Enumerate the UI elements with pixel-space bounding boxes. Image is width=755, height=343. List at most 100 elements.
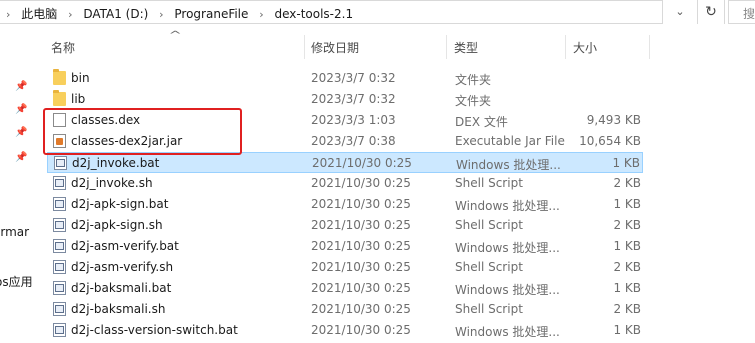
column-date-header[interactable]: 修改日期 xyxy=(311,39,359,56)
file-type: 文件夹 xyxy=(455,73,492,87)
column-name-header[interactable]: 名称 xyxy=(51,39,75,56)
file-size: 2 KB xyxy=(613,176,641,190)
script-file-icon xyxy=(53,176,66,190)
breadcrumb-this-pc[interactable]: 此电脑 xyxy=(21,5,57,22)
column-divider[interactable] xyxy=(446,35,447,59)
file-row[interactable]: d2j-asm-verify.bat 2021/10/30 0:25 Windo… xyxy=(47,236,643,257)
chevron-down-icon: ⌄ xyxy=(675,5,685,18)
pin-icon: 📌 xyxy=(15,127,28,138)
history-dropdown-button[interactable]: ⌄ xyxy=(669,0,691,24)
file-type: Windows 批处理... xyxy=(456,158,561,172)
file-size: 1 KB xyxy=(613,197,641,211)
file-row-selected[interactable]: d2j_invoke.bat 2021/10/30 0:25 Windows 批… xyxy=(47,152,643,173)
file-date: 2021/10/30 0:25 xyxy=(311,281,411,295)
file-name: d2j-apk-sign.bat xyxy=(71,197,169,211)
file-type: Windows 批处理... xyxy=(455,241,560,255)
pin-icon: 📌 xyxy=(15,104,28,115)
file-type: Windows 批处理... xyxy=(455,199,560,213)
file-size: 1 KB xyxy=(613,281,641,295)
file-name: bin xyxy=(71,71,90,85)
pin-icon: 📌 xyxy=(15,81,28,92)
file-name: d2j_invoke.sh xyxy=(71,176,153,190)
file-row[interactable]: d2j-baksmali.sh 2021/10/30 0:25 Shell Sc… xyxy=(47,299,643,320)
file-type: Windows 批处理... xyxy=(455,325,560,339)
breadcrumb-current[interactable]: dex-tools-2.1 xyxy=(274,7,353,21)
file-size: 2 KB xyxy=(613,260,641,274)
refresh-button[interactable]: ↻ xyxy=(697,0,725,24)
file-name: d2j-apk-sign.sh xyxy=(71,218,163,232)
sort-ascending-icon: ^ xyxy=(168,30,182,41)
breadcrumb-drive[interactable]: DATA1 (D:) xyxy=(83,7,148,21)
folder-icon xyxy=(53,69,66,85)
file-date: 2021/10/30 0:25 xyxy=(312,156,412,170)
file-row[interactable]: d2j-asm-verify.sh 2021/10/30 0:25 Shell … xyxy=(47,257,643,278)
batch-file-icon xyxy=(53,197,66,211)
file-type: DEX 文件 xyxy=(455,115,508,129)
breadcrumb: › 此电脑 › DATA1 (D:) › PrograneFile › dex-… xyxy=(6,5,353,22)
file-date: 2021/10/30 0:25 xyxy=(311,197,411,211)
file-row[interactable]: d2j-baksmali.bat 2021/10/30 0:25 Windows… xyxy=(47,278,643,299)
address-bar-area: › 此电脑 › DATA1 (D:) › PrograneFile › dex-… xyxy=(0,0,755,26)
breadcrumb-folder[interactable]: PrograneFile xyxy=(174,7,248,21)
batch-file-icon xyxy=(53,239,66,253)
file-size: 2 KB xyxy=(613,302,641,316)
chevron-right-icon[interactable]: › xyxy=(159,8,163,21)
file-name: d2j-class-version-switch.bat xyxy=(71,323,238,337)
file-name: d2j-asm-verify.bat xyxy=(71,239,179,253)
file-type: Windows 批处理... xyxy=(455,283,560,297)
chevron-right-icon[interactable]: › xyxy=(259,8,263,21)
file-type: Shell Script xyxy=(455,302,523,316)
file-type: 文件夹 xyxy=(455,94,492,108)
column-divider[interactable] xyxy=(649,35,650,59)
column-type-header[interactable]: 类型 xyxy=(454,39,478,56)
file-date: 2023/3/3 1:03 xyxy=(311,113,396,127)
file-date: 2021/10/30 0:25 xyxy=(311,218,411,232)
file-name: d2j-asm-verify.sh xyxy=(71,260,174,274)
file-name: d2j-baksmali.bat xyxy=(71,281,172,295)
chevron-right-icon[interactable]: › xyxy=(68,8,72,21)
file-date: 2021/10/30 0:25 xyxy=(311,323,411,337)
batch-file-icon xyxy=(54,156,67,170)
file-size: 9,493 KB xyxy=(586,113,641,127)
file-size: 1 KB xyxy=(613,323,641,337)
script-file-icon xyxy=(53,302,66,316)
pin-icon: 📌 xyxy=(15,152,28,163)
file-type: Executable Jar File xyxy=(455,134,565,148)
nav-item-partial[interactable]: ermar xyxy=(0,225,29,239)
file-row[interactable]: d2j-class-version-switch.bat 2021/10/30 … xyxy=(47,320,643,341)
chevron-right-icon: › xyxy=(6,8,11,21)
highlight-annotation-box xyxy=(43,108,242,155)
address-bar[interactable]: › 此电脑 › DATA1 (D:) › PrograneFile › dex-… xyxy=(0,0,663,24)
file-date: 2023/3/7 0:32 xyxy=(311,92,396,106)
file-type: Shell Script xyxy=(455,218,523,232)
search-placeholder: 搜 xyxy=(743,7,755,21)
refresh-icon: ↻ xyxy=(705,4,717,20)
search-input[interactable]: 搜 xyxy=(728,0,755,24)
script-file-icon xyxy=(53,260,66,274)
batch-file-icon xyxy=(53,281,66,295)
file-date: 2023/3/7 0:38 xyxy=(311,134,396,148)
file-row[interactable]: lib 2023/3/7 0:32 文件夹 xyxy=(47,89,643,110)
batch-file-icon xyxy=(53,323,66,337)
file-size: 10,654 KB xyxy=(579,134,641,148)
column-header: ^ 名称 修改日期 类型 大小 xyxy=(47,30,657,64)
column-size-header[interactable]: 大小 xyxy=(573,39,597,56)
file-size: 1 KB xyxy=(612,156,640,170)
file-type: Shell Script xyxy=(455,260,523,274)
file-date: 2023/3/7 0:32 xyxy=(311,71,396,85)
file-row[interactable]: d2j_invoke.sh 2021/10/30 0:25 Shell Scri… xyxy=(47,173,643,194)
file-name: d2j_invoke.bat xyxy=(72,156,160,170)
file-name: d2j-baksmali.sh xyxy=(71,302,166,316)
nav-item-partial[interactable]: os应用 xyxy=(0,273,33,290)
file-name: lib xyxy=(71,92,86,106)
file-row[interactable]: d2j-apk-sign.sh 2021/10/30 0:25 Shell Sc… xyxy=(47,215,643,236)
file-row[interactable]: bin 2023/3/7 0:32 文件夹 xyxy=(47,68,643,89)
file-date: 2021/10/30 0:25 xyxy=(311,239,411,253)
column-divider[interactable] xyxy=(565,35,566,59)
navigation-pane: 📌 📌 📌 📌 ermar os应用 xyxy=(0,26,36,343)
file-size: 1 KB xyxy=(613,239,641,253)
file-date: 2021/10/30 0:25 xyxy=(311,260,411,274)
file-row[interactable]: d2j-apk-sign.bat 2021/10/30 0:25 Windows… xyxy=(47,194,643,215)
column-divider[interactable] xyxy=(304,35,305,59)
script-file-icon xyxy=(53,218,66,232)
